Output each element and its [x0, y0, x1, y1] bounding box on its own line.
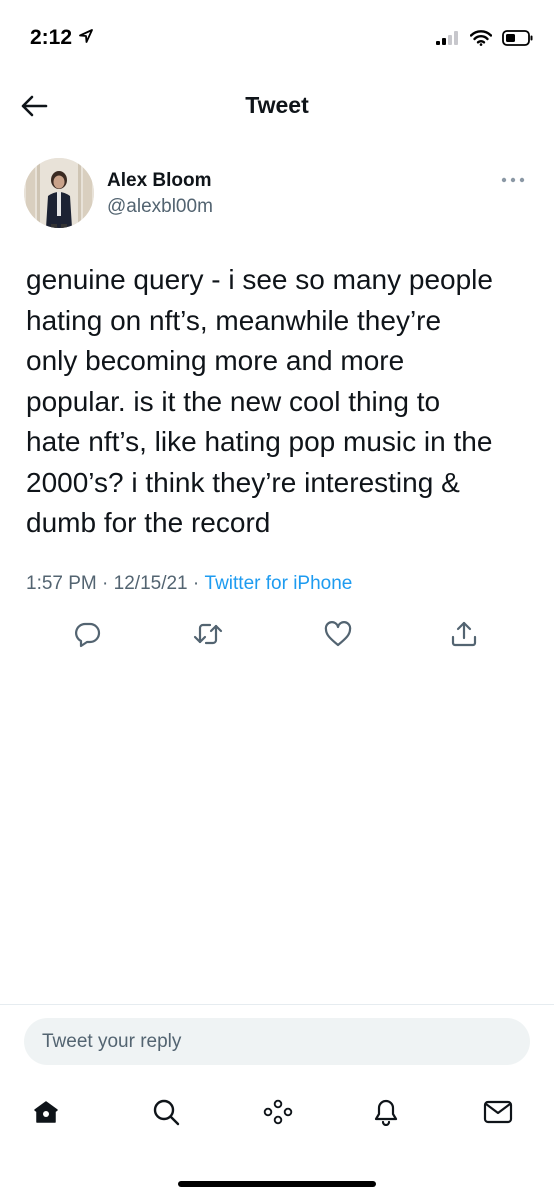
- reply-divider: [0, 1004, 554, 1005]
- more-options-button[interactable]: [498, 172, 528, 188]
- reply-icon: [74, 620, 102, 653]
- reply-button[interactable]: [68, 616, 108, 656]
- home-indicator[interactable]: [178, 1181, 376, 1187]
- home-icon: [33, 1099, 59, 1130]
- cellular-signal-icon: [436, 31, 460, 50]
- meta-separator: ·: [96, 573, 114, 594]
- tweet-meta: 1:57 PM · 12/15/21 · Twitter for iPhone: [26, 573, 352, 595]
- status-bar-time: 2:12: [30, 26, 94, 50]
- tweet-date: 12/15/21: [113, 573, 188, 594]
- like-button[interactable]: [318, 616, 358, 656]
- more-horizontal-icon: [500, 171, 526, 189]
- tab-notifications[interactable]: [364, 1092, 408, 1136]
- battery-icon: [502, 30, 534, 51]
- notifications-icon: [373, 1098, 399, 1131]
- status-bar-indicators: [436, 30, 534, 51]
- location-arrow-icon: [78, 26, 94, 50]
- share-icon: [450, 620, 478, 653]
- avatar[interactable]: [24, 158, 94, 228]
- author-handle[interactable]: @alexbl00m: [107, 196, 213, 218]
- page-title: Tweet: [245, 92, 309, 118]
- retweet-icon: [193, 620, 223, 653]
- search-icon: [152, 1098, 180, 1131]
- status-time-text: 2:12: [30, 26, 73, 49]
- tab-home[interactable]: [24, 1092, 68, 1136]
- spaces-icon: [263, 1099, 293, 1130]
- author-name[interactable]: Alex Bloom: [107, 170, 212, 192]
- tweet-time: 1:57 PM: [26, 573, 97, 594]
- tab-search[interactable]: [144, 1092, 188, 1136]
- messages-icon: [483, 1100, 513, 1129]
- meta-separator: ·: [187, 573, 205, 594]
- like-icon: [324, 620, 352, 652]
- wifi-icon: [469, 30, 493, 51]
- share-button[interactable]: [444, 616, 484, 656]
- tweet-text: genuine query - i see so many people hat…: [26, 264, 493, 538]
- tab-spaces[interactable]: [256, 1092, 300, 1136]
- tab-messages[interactable]: [476, 1092, 520, 1136]
- reply-input[interactable]: [24, 1018, 530, 1065]
- retweet-button[interactable]: [188, 616, 228, 656]
- tweet-source-link[interactable]: Twitter for iPhone: [205, 573, 353, 595]
